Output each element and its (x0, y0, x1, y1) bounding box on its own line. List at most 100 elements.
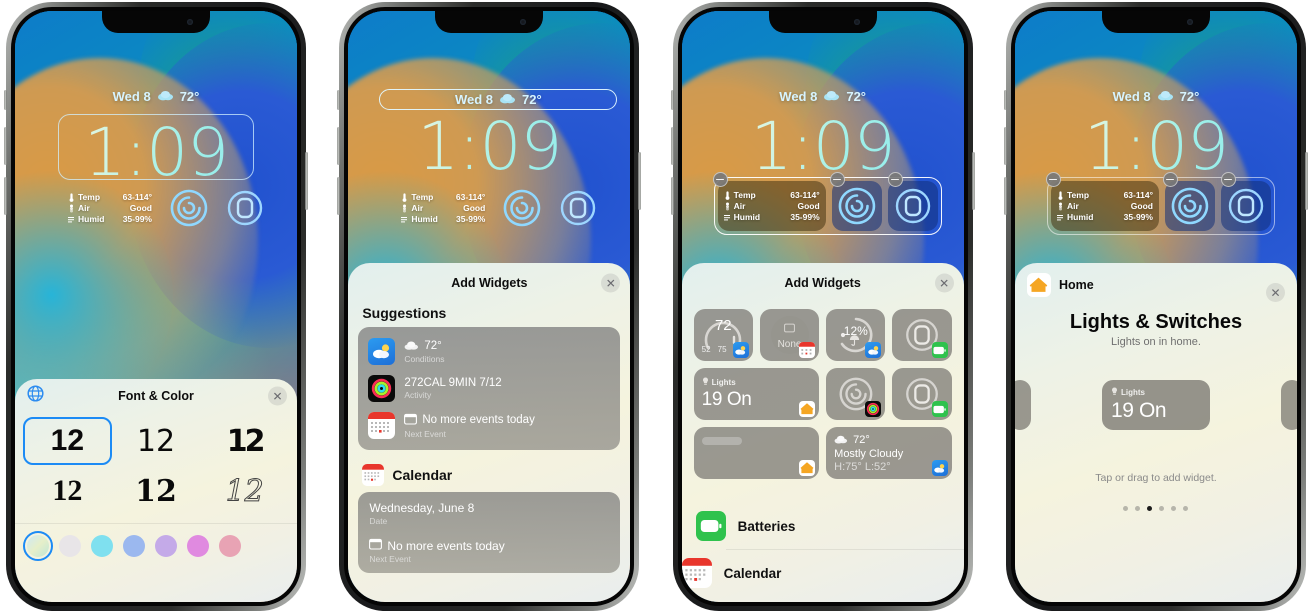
widget-watch-battery-1[interactable] (220, 183, 270, 233)
batteries-app-icon (695, 511, 726, 541)
page-dot-4[interactable] (1171, 506, 1177, 511)
remove-widget-badge-3[interactable] (1220, 172, 1236, 187)
mute-switch[interactable] (670, 90, 674, 110)
color-swatch-lavender[interactable] (155, 534, 177, 557)
date-weather-row-1[interactable]: Wed 8 72° (15, 89, 297, 104)
carousel-next-preview[interactable] (1280, 380, 1297, 430)
lock-widget-row-2[interactable]: Temp 63-114° Air Good Humid 35-99% (395, 183, 603, 233)
color-swatch-magenta[interactable] (187, 534, 209, 557)
gallery-tile-lights[interactable]: Lights 19 On (693, 368, 820, 420)
date-weather-row-3[interactable]: Wed 8 72° (682, 89, 964, 104)
weather-app-icon (732, 342, 749, 358)
font-option-0[interactable]: 12 (23, 417, 112, 465)
font-option-3[interactable]: 12 (23, 467, 112, 515)
widget-air-quality-spiral-3[interactable] (831, 181, 882, 231)
gallery-tile-watch-battery-2[interactable] (892, 368, 952, 420)
remove-widget-badge-1[interactable] (712, 172, 728, 187)
power-button[interactable] (638, 152, 642, 210)
widget-temperature-4[interactable]: Temp 63-114° Air Good Humid 35-99% (1050, 181, 1159, 231)
globe-icon[interactable] (27, 385, 44, 407)
color-swatch-multicolor[interactable] (23, 530, 53, 561)
lock-clock-3[interactable]: 1:09 (682, 114, 964, 180)
suggestion-calendar-label: Next Event (404, 428, 446, 439)
date-weather-pill-2[interactable]: Wed 8 72° (379, 89, 618, 110)
calendar-app-icon (368, 412, 396, 439)
close-icon[interactable]: ✕ (268, 386, 287, 406)
close-icon[interactable]: ✕ (601, 273, 621, 293)
volume-up-button[interactable] (670, 127, 674, 165)
color-swatch-white[interactable] (59, 534, 81, 557)
font-option-4[interactable]: 12 (112, 467, 201, 515)
widget-temperature-2[interactable]: Temp 63-114° Air Good Humid 35-99% (395, 183, 491, 233)
power-button[interactable] (971, 152, 975, 210)
app-row-batteries[interactable]: Batteries (682, 503, 964, 549)
page-dot-1[interactable] (1135, 506, 1141, 511)
screen-3: Wed 8 72° 1:09 Temp 63-114° Air Good Humid… (681, 11, 964, 602)
volume-down-button[interactable] (670, 177, 674, 215)
date-weather-row-4[interactable]: Wed 8 72° (1015, 89, 1297, 104)
lock-widget-row-4[interactable]: Temp 63-114° Air Good Humid 35-99% (1050, 181, 1271, 231)
mute-switch[interactable] (4, 90, 7, 110)
lock-clock-1[interactable]: 1:09 (15, 120, 297, 186)
lock-widget-row-3[interactable]: Temp 63-114° Air Good Humid 35-99% (717, 181, 938, 231)
color-swatch-rose[interactable] (219, 534, 241, 557)
color-swatch-cyan[interactable] (91, 534, 113, 557)
gallery-tile-weather-gauge[interactable]: 72 52 75 (693, 309, 753, 361)
page-dot-2[interactable] (1147, 506, 1153, 511)
widget-temperature-1[interactable]: Temp 63-114° Air Good Humid 35-99% (62, 183, 158, 233)
power-button[interactable] (1304, 152, 1308, 210)
color-swatch-bar (15, 523, 297, 567)
volume-up-button[interactable] (337, 127, 341, 165)
volume-up-button[interactable] (4, 127, 7, 165)
lock-clock-2[interactable]: 1:09 (348, 114, 630, 180)
calendar-app-icon (799, 342, 816, 358)
thermometer-icon (1058, 190, 1063, 200)
page-dot-0[interactable] (1123, 506, 1129, 511)
lock-clock-4[interactable]: 1:09 (1015, 114, 1297, 180)
widget-air-quality-spiral-2[interactable] (497, 183, 547, 233)
volume-down-button[interactable] (1003, 177, 1007, 215)
app-row-calendar[interactable]: Calendar (681, 549, 964, 596)
remove-widget-badge-2[interactable] (1162, 172, 1178, 187)
close-icon[interactable]: ✕ (1265, 283, 1285, 302)
volume-down-button[interactable] (4, 177, 7, 215)
page-dot-3[interactable] (1159, 506, 1165, 511)
font-option-2[interactable]: 12 (200, 417, 289, 465)
widget-watch-battery-4[interactable] (1220, 181, 1271, 231)
widget-watch-battery-3[interactable] (887, 181, 938, 231)
mute-switch[interactable] (1003, 90, 1007, 110)
widget-watch-battery-2[interactable] (553, 183, 603, 233)
volume-up-button[interactable] (1003, 127, 1007, 165)
suggestion-row-activity[interactable]: 272CAL 9MIN 7/12 Activity (358, 370, 620, 407)
suggestions-heading: Suggestions (362, 305, 447, 321)
close-icon[interactable]: ✕ (934, 273, 954, 293)
font-option-5[interactable]: 12 (200, 467, 289, 515)
remove-widget-badge-1[interactable] (1045, 172, 1061, 187)
widget-air-quality-spiral-4[interactable] (1164, 181, 1215, 231)
volume-down-button[interactable] (337, 177, 341, 215)
lock-widget-row-1[interactable]: Temp 63-114° Air Good Humid 35-99% (62, 183, 270, 233)
gallery-tile-weather-conditions[interactable]: 72° Mostly Cloudy H:75° L:52° (826, 427, 952, 479)
power-button[interactable] (305, 152, 308, 210)
suggestion-row-weather[interactable]: 72° Conditions (358, 333, 620, 370)
carousel-prev-preview[interactable] (1014, 380, 1031, 430)
gallery-tile-home-blank[interactable] (693, 427, 820, 479)
lights-tile-value: 19 On (701, 389, 752, 410)
gallery-tile-watch-battery-1[interactable] (892, 309, 952, 361)
page-dot-5[interactable] (1183, 506, 1189, 511)
font-option-1[interactable]: 12 (112, 417, 201, 465)
gallery-tile-rain-chance[interactable]: 12% (826, 309, 886, 361)
gallery-tile-none[interactable]: None (759, 309, 820, 361)
cloud-icon (834, 434, 848, 447)
widget-gallery-grid: 72 52 75 None 12% Lights 19 On 72° Mostl… (682, 303, 964, 483)
suggestion-row-calendar[interactable]: No more events today Next Event (358, 407, 620, 444)
gallery-tile-activity-spiral[interactable] (826, 368, 886, 420)
widget-temperature-3[interactable]: Temp 63-114° Air Good Humid 35-99% (717, 181, 826, 231)
calendar-widget-preview-card[interactable]: Wednesday, June 8 Date No more events to… (358, 492, 621, 573)
widget-preview-lights[interactable]: Lights 19 On (1101, 380, 1210, 430)
mute-switch[interactable] (337, 90, 341, 110)
remove-widget-badge-3[interactable] (887, 172, 903, 187)
remove-widget-badge-2[interactable] (829, 172, 845, 187)
widget-air-quality-spiral-1[interactable] (164, 183, 214, 233)
color-swatch-blue[interactable] (123, 534, 145, 557)
